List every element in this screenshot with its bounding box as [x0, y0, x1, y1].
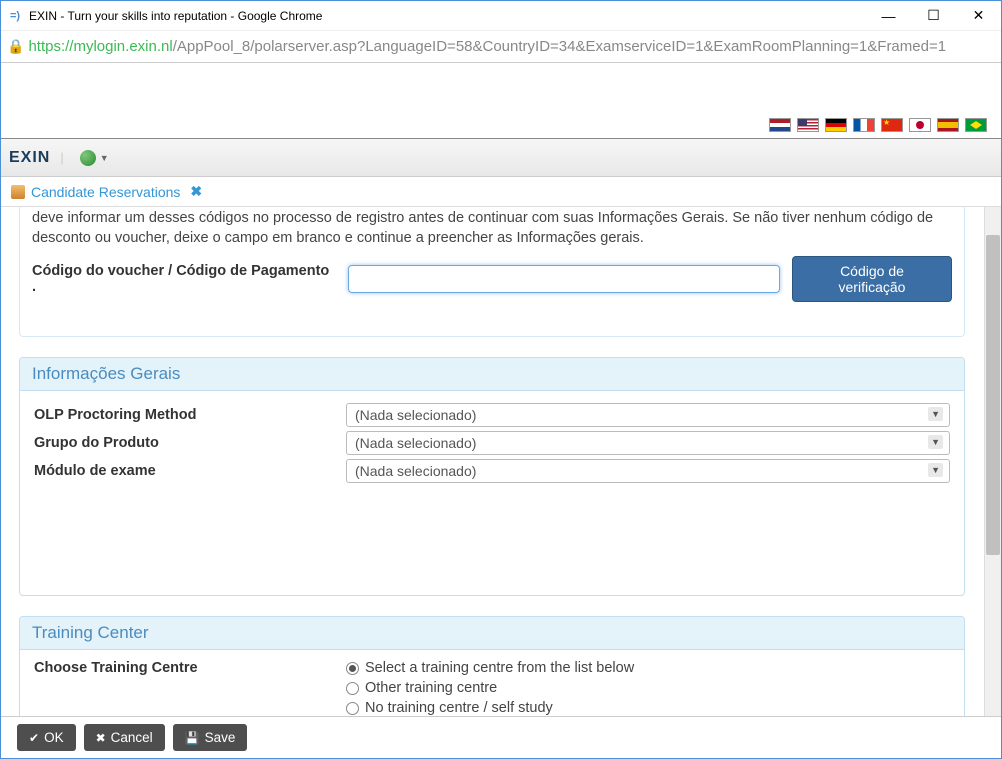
language-globe-dropdown[interactable]: ▼: [74, 146, 115, 170]
user-icon: [11, 185, 25, 199]
radio-no-centre[interactable]: No training centre / self study: [346, 700, 950, 716]
select-proctoring-method[interactable]: (Nada selecionado): [346, 403, 950, 427]
radio-icon: [346, 702, 359, 715]
flag-cn[interactable]: [881, 118, 903, 132]
flag-de[interactable]: [825, 118, 847, 132]
exin-logo: EXIN: [9, 149, 50, 167]
globe-icon: [80, 150, 96, 166]
flag-br[interactable]: [965, 118, 987, 132]
panel-header-training: Training Center: [20, 617, 964, 650]
main-toolbar: EXIN | ▼: [1, 139, 1001, 177]
label-choose-training-centre: Choose Training Centre: [34, 660, 346, 676]
panel-general-info: Informações Gerais OLP Proctoring Method…: [19, 357, 965, 596]
label-proctoring-method: OLP Proctoring Method: [34, 407, 346, 423]
radio-label: No training centre / self study: [365, 700, 553, 716]
verify-code-button[interactable]: Código de verificação: [792, 256, 952, 302]
tab-candidate-reservations[interactable]: Candidate Reservations ✖: [11, 183, 202, 200]
check-icon: ✔: [29, 731, 39, 745]
tab-bar: Candidate Reservations ✖: [1, 177, 1001, 207]
maximize-button[interactable]: ☐: [911, 2, 956, 30]
label-exam-module: Módulo de exame: [34, 463, 346, 479]
select-product-group[interactable]: (Nada selecionado): [346, 431, 950, 455]
flag-jp[interactable]: [909, 118, 931, 132]
chevron-down-icon: ▼: [100, 153, 109, 163]
address-bar[interactable]: 🔒 https://mylogin.exin.nl/AppPool_8/pola…: [1, 31, 1001, 63]
tab-label: Candidate Reservations: [31, 184, 180, 200]
window-title: EXIN - Turn your skills into reputation …: [29, 9, 866, 23]
save-icon: 💾: [185, 731, 200, 745]
language-flag-row: [1, 63, 1001, 139]
url-host: https://mylogin.exin.nl: [28, 38, 172, 55]
panel-header-general: Informações Gerais: [20, 358, 964, 391]
intro-text: deve informar um desses códigos no proce…: [32, 207, 952, 248]
content-area: deve informar um desses códigos no proce…: [1, 207, 1001, 716]
label-product-group: Grupo do Produto: [34, 435, 346, 451]
flag-fr[interactable]: [853, 118, 875, 132]
voucher-input[interactable]: [348, 265, 780, 293]
save-button[interactable]: 💾Save: [173, 724, 248, 751]
tab-close-icon[interactable]: ✖: [190, 183, 202, 200]
scrollbar-thumb[interactable]: [986, 235, 1000, 555]
panel-training-center: Training Center Choose Training Centre S…: [19, 616, 965, 716]
cancel-button[interactable]: ✖Cancel: [84, 724, 165, 751]
action-bar: ✔OK ✖Cancel 💾Save: [1, 716, 1001, 758]
titlebar: =) EXIN - Turn your skills into reputati…: [1, 1, 1001, 31]
radio-icon: [346, 682, 359, 695]
ok-button[interactable]: ✔OK: [17, 724, 76, 751]
radio-other-centre[interactable]: Other training centre: [346, 680, 950, 696]
lock-icon: 🔒: [7, 38, 24, 55]
radio-label: Other training centre: [365, 680, 497, 696]
close-button[interactable]: ✕: [956, 2, 1001, 30]
flag-us[interactable]: [797, 118, 819, 132]
app-icon: =): [7, 8, 23, 24]
vertical-scrollbar[interactable]: [984, 207, 1001, 716]
minimize-button[interactable]: —: [866, 2, 911, 30]
radio-label: Select a training centre from the list b…: [365, 660, 634, 676]
url-path: /AppPool_8/polarserver.asp?LanguageID=58…: [173, 38, 946, 55]
radio-from-list[interactable]: Select a training centre from the list b…: [346, 660, 950, 676]
flag-es[interactable]: [937, 118, 959, 132]
flag-nl[interactable]: [769, 118, 791, 132]
select-exam-module[interactable]: (Nada selecionado): [346, 459, 950, 483]
close-icon: ✖: [96, 731, 106, 745]
radio-icon: [346, 662, 359, 675]
voucher-label: Código do voucher / Código de Pagamento …: [32, 263, 336, 295]
